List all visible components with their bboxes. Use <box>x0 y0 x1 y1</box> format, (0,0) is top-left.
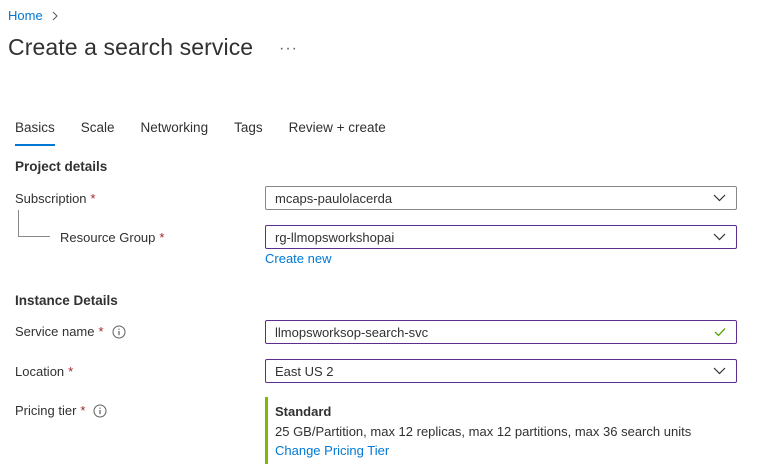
breadcrumb-home-link[interactable]: Home <box>8 8 43 23</box>
required-marker: * <box>159 230 165 245</box>
service-name-input[interactable]: llmopsworksop-search-svc <box>265 320 737 344</box>
service-name-label: Service name * <box>15 324 126 339</box>
more-options-button[interactable]: ··· <box>279 40 298 58</box>
subscription-dropdown[interactable]: mcaps-paulolacerda <box>265 186 737 210</box>
instance-details-heading: Instance Details <box>15 293 118 308</box>
tab-tags[interactable]: Tags <box>234 120 263 146</box>
tab-review-create[interactable]: Review + create <box>289 120 386 146</box>
required-marker: * <box>90 191 96 206</box>
resource-group-label-text: Resource Group <box>60 230 156 245</box>
resource-group-label: Resource Group * <box>60 230 164 245</box>
tab-networking[interactable]: Networking <box>141 120 209 146</box>
chevron-down-icon <box>713 367 726 375</box>
required-marker: * <box>98 324 104 339</box>
checkmark-icon <box>714 327 726 337</box>
chevron-down-icon <box>713 233 726 241</box>
project-details-heading: Project details <box>15 159 108 174</box>
pricing-tier-label-text: Pricing tier <box>15 403 77 418</box>
info-icon[interactable] <box>93 404 107 418</box>
info-icon[interactable] <box>112 325 126 339</box>
subscription-label: Subscription * <box>15 191 96 206</box>
pricing-tier-label: Pricing tier * <box>15 403 107 418</box>
tab-scale[interactable]: Scale <box>81 120 115 146</box>
resource-group-dropdown[interactable]: rg-llmopsworkshopai <box>265 225 737 249</box>
location-dropdown[interactable]: East US 2 <box>265 359 737 383</box>
create-new-link[interactable]: Create new <box>265 251 331 266</box>
service-name-label-text: Service name <box>15 324 95 339</box>
required-marker: * <box>80 403 86 418</box>
tree-connector <box>18 210 50 237</box>
subscription-value: mcaps-paulolacerda <box>275 190 393 206</box>
location-label: Location * <box>15 364 73 379</box>
chevron-down-icon <box>713 194 726 202</box>
service-name-value: llmopsworksop-search-svc <box>275 324 429 340</box>
resource-group-value: rg-llmopsworkshopai <box>275 229 395 245</box>
pricing-tier-name: Standard <box>275 404 332 419</box>
location-label-text: Location <box>15 364 65 379</box>
pricing-tier-description: 25 GB/Partition, max 12 replicas, max 12… <box>275 424 692 439</box>
required-marker: * <box>68 364 74 379</box>
change-pricing-tier-link[interactable]: Change Pricing Tier <box>275 443 389 458</box>
location-value: East US 2 <box>275 363 334 379</box>
tab-basics[interactable]: Basics <box>15 120 55 146</box>
chevron-right-icon <box>51 11 59 21</box>
subscription-label-text: Subscription <box>15 191 87 206</box>
breadcrumb: Home <box>8 8 59 23</box>
pricing-tier-panel: Standard 25 GB/Partition, max 12 replica… <box>265 397 745 464</box>
tab-list: Basics Scale Networking Tags Review + cr… <box>15 120 412 146</box>
page-title: Create a search service <box>8 34 254 60</box>
